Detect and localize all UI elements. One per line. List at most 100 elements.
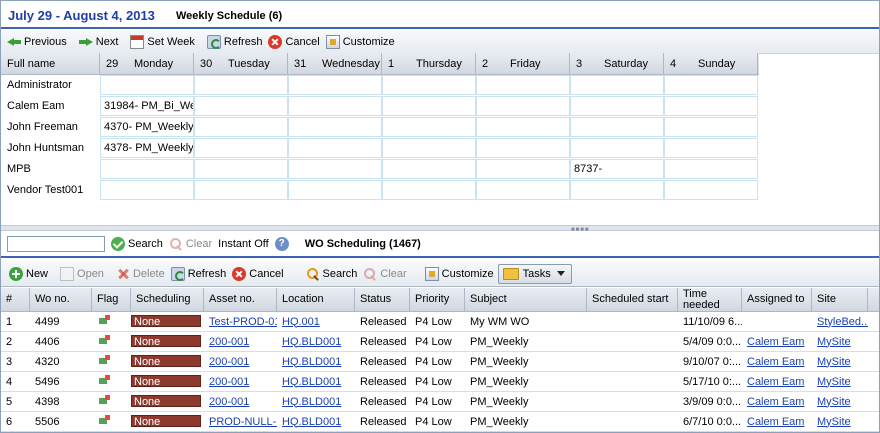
search-input[interactable] [7,236,105,252]
table-row[interactable]: 1 4499 None Test-PROD-010 HQ.001 Released P4 L… [1,312,879,332]
next-button[interactable]: Next [78,35,118,49]
table-row[interactable]: 6 5506 None PROD-NULL-L... HQ.BLD001 Released… [1,412,879,432]
schedule-day-cell[interactable] [664,96,758,116]
schedule-day-cell[interactable] [664,117,758,137]
column-header[interactable]: Flag [92,288,131,311]
assigned-link[interactable]: Calem Eam [747,376,804,388]
instant-search-toggle[interactable]: Instant Off [218,238,269,250]
schedule-day-cell[interactable]: 4370- PM_Weekly [100,117,194,137]
table-row[interactable]: 4 5496 None 200-001 HQ.BLD001 Released P4 Low P… [1,372,879,392]
tasks-dropdown-button[interactable]: Tasks [497,263,572,284]
schedule-day-cell[interactable] [476,138,570,158]
wo-clear-button[interactable]: Clear [169,237,212,251]
column-header[interactable]: Assigned to [742,288,812,311]
schedule-day-cell[interactable] [288,75,382,95]
new-button[interactable]: New [9,266,48,281]
column-header-day[interactable]: 2 Friday [476,53,570,75]
schedule-day-cell[interactable] [194,117,288,137]
wo-refresh-button[interactable]: Refresh [170,266,226,281]
schedule-day-cell[interactable] [288,138,382,158]
site-link[interactable]: MySite [817,376,851,388]
column-header-day[interactable]: 4 Sunday [664,53,758,75]
assigned-link[interactable]: Calem Eam [747,356,804,368]
schedule-customize-button[interactable]: Customize [325,34,395,49]
set-week-button[interactable]: Set Week [130,34,195,49]
asset-link[interactable]: PROD-NULL-L... [209,416,277,428]
schedule-day-cell[interactable] [382,117,476,137]
schedule-day-cell[interactable] [382,96,476,116]
wo-toolbar-search-button[interactable]: Search [306,267,357,281]
table-row[interactable]: 2 4406 None 200-001 HQ.BLD001 Released P4 Low P… [1,332,879,352]
loc-link[interactable]: HQ.BLD001 [282,416,341,428]
schedule-day-cell[interactable] [288,159,382,179]
asset-link[interactable]: 200-001 [209,356,249,368]
loc-link[interactable]: HQ.001 [282,316,320,328]
column-header[interactable]: Status [355,288,410,311]
schedule-day-cell[interactable] [100,159,194,179]
column-header-full-name[interactable]: Full name [1,53,100,75]
schedule-day-cell[interactable] [664,75,758,95]
schedule-refresh-button[interactable]: Refresh [206,34,262,49]
schedule-day-cell[interactable] [476,180,570,200]
schedule-day-cell[interactable] [664,138,758,158]
schedule-day-cell[interactable] [382,159,476,179]
column-header-day[interactable]: 31 Wednesday [288,53,382,75]
column-header[interactable]: Wo no. [30,288,92,311]
wo-cancel-button[interactable]: Cancel [232,266,284,281]
schedule-day-cell[interactable] [194,159,288,179]
site-link[interactable]: MySite [817,396,851,408]
column-header[interactable]: Time needed [678,288,742,311]
assigned-link[interactable]: Calem Eam [747,396,804,408]
column-header[interactable]: # [1,288,30,311]
site-link[interactable]: MySite [817,336,851,348]
help-icon[interactable]: ? [274,237,289,251]
table-row[interactable]: 3 4320 None 200-001 HQ.BLD001 Released P4 Low P… [1,352,879,372]
assigned-link[interactable]: Calem Eam [747,416,804,428]
asset-link[interactable]: 200-001 [209,336,249,348]
column-header-day[interactable]: 29 Monday [100,53,194,75]
schedule-day-cell[interactable] [664,180,758,200]
column-header[interactable]: Asset no. [204,288,277,311]
schedule-day-cell[interactable] [476,96,570,116]
schedule-day-cell[interactable] [100,75,194,95]
loc-link[interactable]: HQ.BLD001 [282,376,341,388]
schedule-day-cell[interactable] [476,159,570,179]
schedule-day-cell[interactable] [288,117,382,137]
schedule-day-cell[interactable] [570,96,664,116]
assigned-link[interactable]: Calem Eam [747,336,804,348]
pane-splitter[interactable]: ■■■■ [1,225,879,233]
schedule-day-cell[interactable]: 8737- [570,159,664,179]
schedule-day-cell[interactable]: 4378- PM_Weekly [100,138,194,158]
schedule-day-cell[interactable] [476,75,570,95]
column-header[interactable]: Scheduling [131,288,204,311]
site-link[interactable]: MySite [817,356,851,368]
schedule-day-cell[interactable] [570,138,664,158]
schedule-cancel-button[interactable]: Cancel [268,34,320,49]
loc-link[interactable]: HQ.BLD001 [282,336,341,348]
column-header-day[interactable]: 1 Thursday [382,53,476,75]
open-button[interactable]: Open [60,266,104,281]
column-header-day[interactable]: 30 Tuesday [194,53,288,75]
schedule-day-cell[interactable] [194,75,288,95]
schedule-day-cell[interactable]: 31984- PM_Bi_Weel [100,96,194,116]
schedule-day-cell[interactable] [194,96,288,116]
column-header[interactable]: Scheduled start [587,288,678,311]
schedule-day-cell[interactable] [100,180,194,200]
asset-link[interactable]: 200-001 [209,376,249,388]
column-header[interactable]: Subject [465,288,587,311]
schedule-day-cell[interactable] [288,96,382,116]
site-link[interactable]: StyleBed... [817,316,868,328]
wo-search-button[interactable]: Search [111,237,163,251]
schedule-day-cell[interactable] [570,117,664,137]
delete-button[interactable]: Delete [116,267,165,281]
schedule-day-cell[interactable] [476,117,570,137]
wo-toolbar-clear-button[interactable]: Clear [363,267,407,281]
schedule-day-cell[interactable] [288,180,382,200]
schedule-day-cell[interactable] [382,75,476,95]
previous-button[interactable]: Previous [7,35,67,49]
column-header[interactable]: Priority [410,288,465,311]
wo-customize-button[interactable]: Customize [424,266,494,281]
schedule-day-cell[interactable] [382,180,476,200]
table-row[interactable]: 5 4398 None 200-001 HQ.BLD001 Released P4 Low P… [1,392,879,412]
column-header[interactable]: Site [812,288,868,311]
